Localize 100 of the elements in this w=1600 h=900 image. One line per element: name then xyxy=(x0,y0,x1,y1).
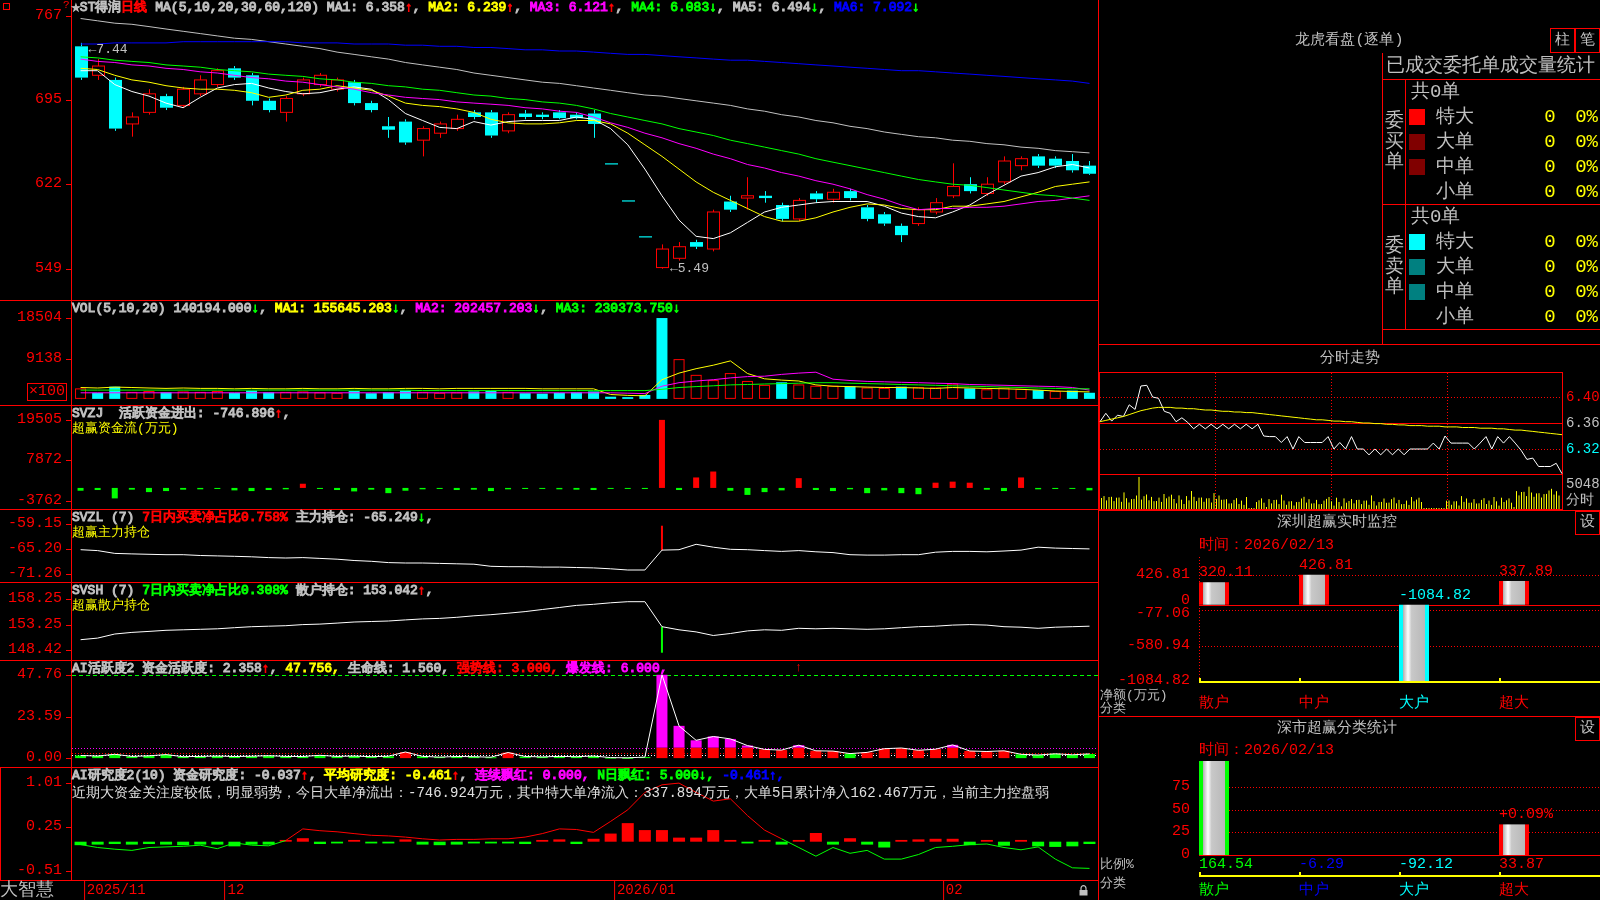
tick-label: 0 xyxy=(1181,847,1190,863)
tick-label: -1084.82 xyxy=(1118,675,1190,687)
legend-text: 47.756, xyxy=(285,661,341,676)
tick-label: 7872 xyxy=(26,451,62,470)
axis-title: 比例% xyxy=(1100,858,1134,871)
indicator-title: 超赢资金流(万元) xyxy=(72,421,179,436)
date-label: 2026/01 xyxy=(613,881,676,900)
tick-label: 153.25 xyxy=(8,615,62,634)
tick-label: 622 xyxy=(35,175,62,194)
legend-text: , xyxy=(514,0,523,15)
tick-label: 0 xyxy=(1181,594,1190,607)
legend-text: MA(5,10,20,30,60,120) MA1: 6.358 xyxy=(154,0,405,15)
category-label: 散户 xyxy=(1199,882,1229,900)
legend-text: , xyxy=(818,0,828,15)
category-label: 中户 xyxy=(1299,882,1329,900)
legend-text: 主力持仓: -65.249 xyxy=(294,510,418,525)
group-label: 委卖单 xyxy=(1384,235,1404,299)
legend-text: 强势线: 3.000, xyxy=(456,661,560,676)
order-percent: 0% xyxy=(1575,305,1598,328)
tick-label: 75 xyxy=(1172,779,1190,796)
chart-title: 深圳超赢实时监控 xyxy=(1277,514,1397,532)
legend-text: 日线 xyxy=(121,0,148,15)
legend-text: ↑ xyxy=(607,0,616,15)
tick-label: -65.20 xyxy=(8,539,62,558)
legend-text: N日飘红: 5.000↓, xyxy=(597,768,716,783)
order-percent: 0% xyxy=(1575,106,1598,129)
legend-text: , xyxy=(269,661,279,676)
order-count: 0 xyxy=(1544,131,1556,153)
order-count: 0 xyxy=(1544,155,1556,178)
order-size-label: 大单 xyxy=(1436,256,1474,278)
legend-text: SVSH (7) xyxy=(72,583,136,598)
value-label: 337.89 xyxy=(1499,563,1553,580)
legend-text: AI研究度2(10) 资金研究度: -0.037 xyxy=(72,768,301,783)
legend-text: MA5: 6.494 xyxy=(732,0,811,15)
category-label: 超大 xyxy=(1499,882,1529,900)
date-label: 02 xyxy=(942,881,963,900)
legend-text: SVZL (7) xyxy=(72,510,136,525)
category-label: 散户 xyxy=(1199,695,1229,713)
order-count: 0 xyxy=(1544,106,1556,129)
legend-text: ↑ xyxy=(261,661,270,676)
unit-label: ×100 xyxy=(27,383,67,401)
order-percent: 0% xyxy=(1575,180,1598,203)
tick-label: 19505 xyxy=(17,410,62,429)
legend-text: MA3: 230373.750 xyxy=(555,301,673,316)
legend-text: , xyxy=(425,510,434,525)
legend-text: 连续飘红: 0.000, xyxy=(475,768,591,783)
legend-text: MA4: 6.083 xyxy=(631,0,710,15)
order-count: 0 xyxy=(1544,280,1556,303)
chart-title: 分时走势 xyxy=(1319,349,1380,368)
analysis-text: 近期大资金关注度较低，明显弱势，今日大单净流出：-746.924万元，其中特大单净流入：337.894万元，大单5日累计净入162.467万元，当前主力控盘弱 xyxy=(72,785,1050,802)
table-title: 已成交委托单成交量统计 xyxy=(1386,55,1595,77)
tick-label: -59.15 xyxy=(8,514,62,533)
legend-text: , xyxy=(540,301,549,316)
legend-text: MA2: 202457.203 xyxy=(415,301,533,316)
order-total: 共0单 xyxy=(1411,81,1461,104)
order-size-label: 特大 xyxy=(1436,231,1474,254)
axis-title: 分时 xyxy=(1566,492,1594,508)
legend-text: SVZJ 活跃资金进出: -746.896 xyxy=(72,406,275,421)
legend-text: AI活跃度2 资金活跃度: 2.358 xyxy=(72,661,262,676)
legend-text: MA1: 155645.203 xyxy=(274,301,392,316)
legend-text: ↑ xyxy=(417,583,426,598)
legend-text: ↑ xyxy=(451,768,460,783)
legend-text: , xyxy=(615,0,625,15)
order-percent: 0% xyxy=(1575,131,1598,153)
signal-mark: ↑ xyxy=(794,661,803,674)
order-count: 0 xyxy=(1544,180,1556,203)
legend-text: 7日内买卖净占比0.758% xyxy=(142,510,288,525)
category-label: 中户 xyxy=(1299,695,1329,713)
price-extreme-label: ←7.44 xyxy=(88,41,128,57)
tick-label: -71.26 xyxy=(8,564,62,583)
tick-label: 18504 xyxy=(17,309,62,327)
date-label: 12 xyxy=(224,881,245,900)
legend-text: , xyxy=(399,301,409,316)
group-label: 委买单 xyxy=(1384,110,1404,174)
tick-label: 50 xyxy=(1172,801,1190,818)
legend-text: MA3: 6.121 xyxy=(529,0,608,15)
legend-text: ↓ xyxy=(532,301,541,316)
tick-label: 25 xyxy=(1172,824,1190,841)
legend-text: ↓ xyxy=(709,0,717,15)
legend-text: , xyxy=(259,301,269,316)
legend-text: ↓ xyxy=(391,301,400,316)
legend-text: -0.461↑, xyxy=(722,768,785,783)
ratio-figure: -92.12 xyxy=(1399,857,1453,873)
tick-label: 23.59 xyxy=(17,707,62,726)
legend-text: ↓ xyxy=(251,301,260,316)
legend-text: , xyxy=(459,768,469,783)
legend-text: 7日内买卖净占比0.308% xyxy=(142,583,288,598)
value-label: 426.81 xyxy=(1299,557,1353,574)
tick-label: 0.25 xyxy=(26,818,62,837)
legend-text: 散户持仓: 153.042 xyxy=(294,583,418,598)
legend-text: , xyxy=(308,768,318,783)
category-label: 超大 xyxy=(1499,695,1529,713)
legend-text: 生命线: 1.560, xyxy=(347,661,451,676)
legend-text: ↓ xyxy=(912,0,920,15)
order-size-label: 小单 xyxy=(1436,305,1474,328)
axis-title: 分类 xyxy=(1100,877,1126,890)
tick-label: 148.42 xyxy=(8,641,62,659)
tick-label: 695 xyxy=(35,90,62,109)
order-percent: 0% xyxy=(1575,280,1598,303)
tick-label: 549 xyxy=(35,259,62,278)
